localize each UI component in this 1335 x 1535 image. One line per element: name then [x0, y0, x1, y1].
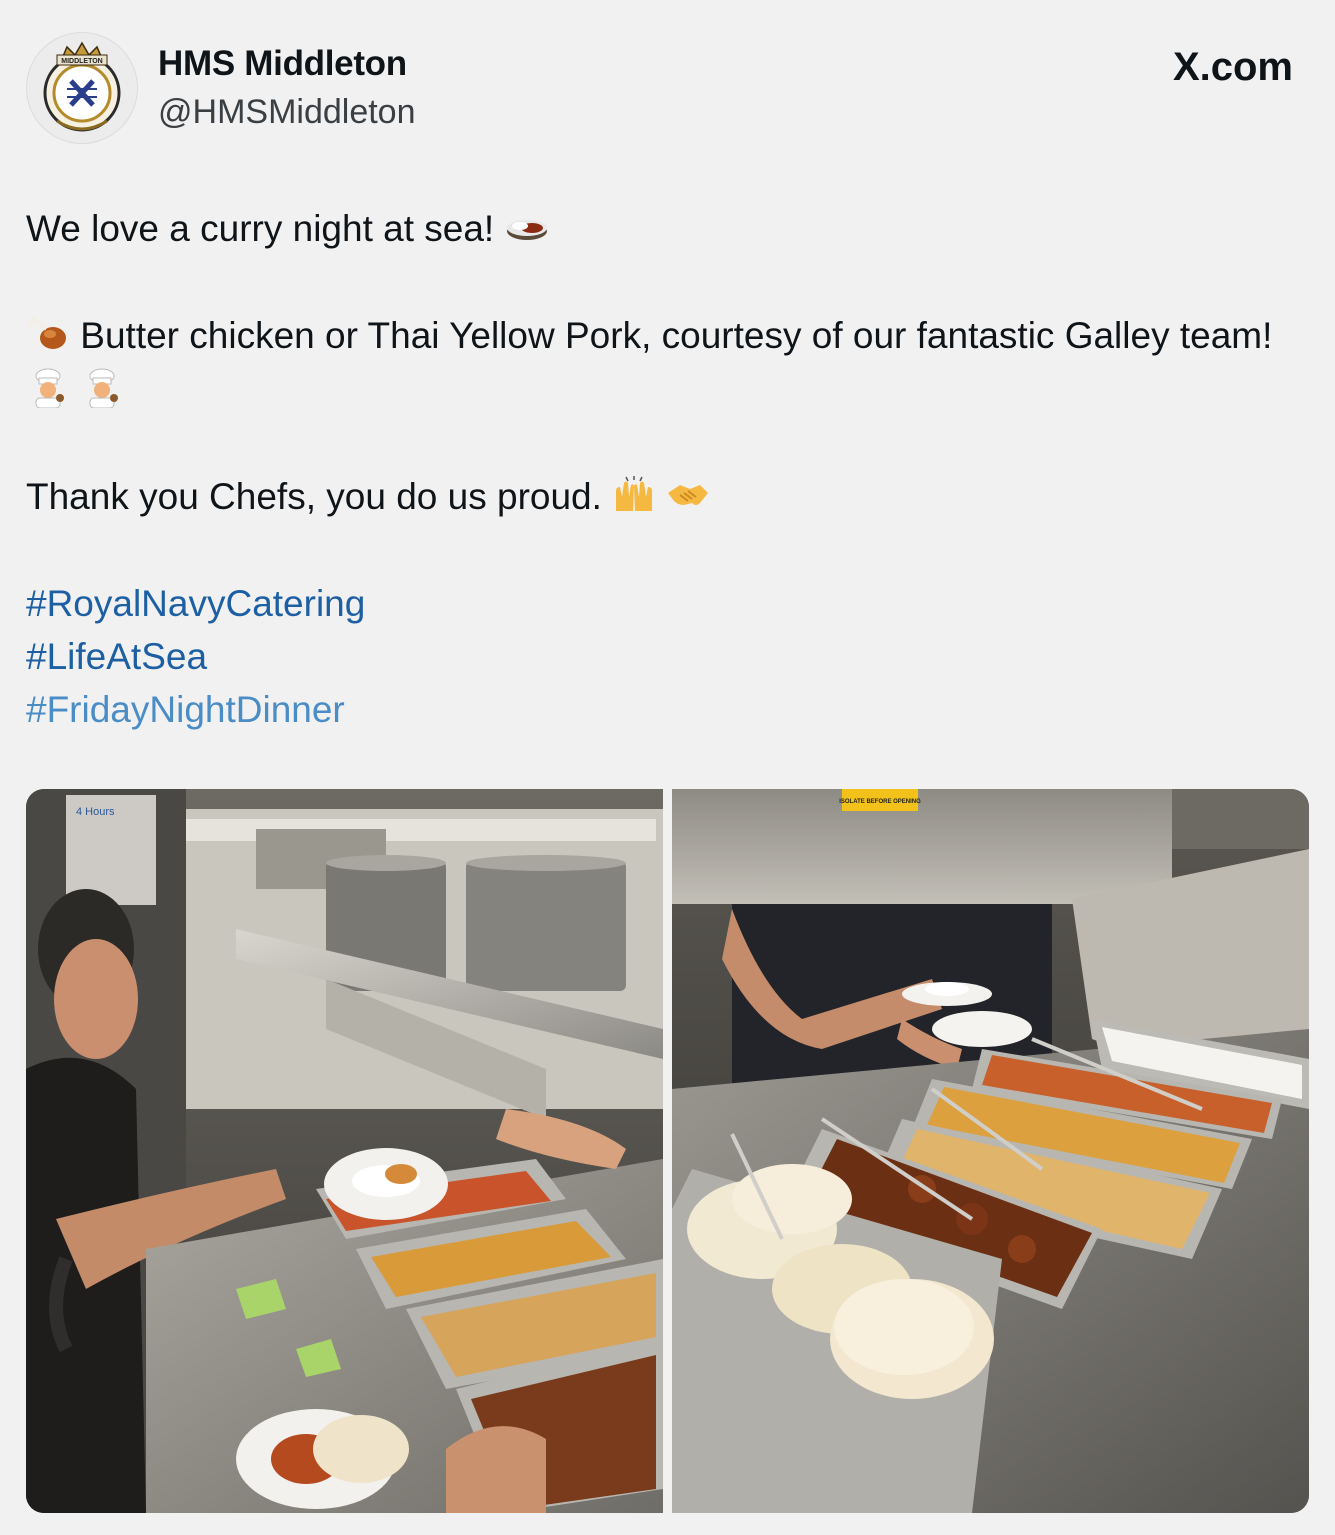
chef-icon [89, 368, 119, 408]
post-header: MIDDLETON HMS Middleton @HMSMiddleton X.… [26, 32, 1309, 144]
photo-serving-line-left[interactable]: 4 Hours [26, 789, 663, 1513]
post-paragraph-1: We love a curry night at sea! [26, 202, 1309, 256]
photo-warning-sign: ISOLATE BEFORE OPENING [839, 799, 921, 805]
author-display-name[interactable]: HMS Middleton [158, 42, 416, 86]
crest-label: MIDDLETON [61, 58, 102, 65]
raising-hands-icon [616, 476, 653, 511]
hashtag-list: #RoyalNavyCatering #LifeAtSea #FridayNig… [26, 577, 1309, 736]
post-line-3: Thank you Chefs, you do us proud. [26, 476, 602, 517]
hashtag-royal-navy-catering[interactable]: #RoyalNavyCatering [26, 577, 1309, 630]
post-paragraph-2: Butter chicken or Thai Yellow Pork, cour… [26, 309, 1309, 417]
avatar[interactable]: MIDDLETON [26, 32, 138, 144]
hashtag-friday-night-dinner[interactable]: #FridayNightDinner [26, 683, 1309, 736]
photo-sign-text: 4 Hours [76, 806, 115, 818]
media-grid: 4 Hours ISOLATE BEFORE OPENING [26, 789, 1309, 1513]
curry-rice-icon [506, 220, 547, 240]
poultry-leg-icon [26, 316, 66, 349]
post-line-2: Butter chicken or Thai Yellow Pork, cour… [80, 315, 1273, 356]
post-text: We love a curry night at sea! Butter chi… [26, 202, 1309, 736]
hashtag-life-at-sea[interactable]: #LifeAtSea [26, 630, 1309, 683]
ship-crest-icon: MIDDLETON [43, 41, 121, 132]
site-label: X.com [1172, 45, 1293, 89]
post-paragraph-3: Thank you Chefs, you do us proud. [26, 470, 1309, 524]
site-badge: X.com [1173, 44, 1293, 90]
handshake-icon [668, 485, 709, 505]
author-block: HMS Middleton @HMSMiddleton [158, 42, 416, 134]
photo-serving-line-right[interactable]: ISOLATE BEFORE OPENING [672, 789, 1309, 1513]
author-handle[interactable]: @HMSMiddleton [158, 90, 416, 134]
chef-icon [35, 368, 64, 408]
post-line-1: We love a curry night at sea! [26, 208, 495, 249]
